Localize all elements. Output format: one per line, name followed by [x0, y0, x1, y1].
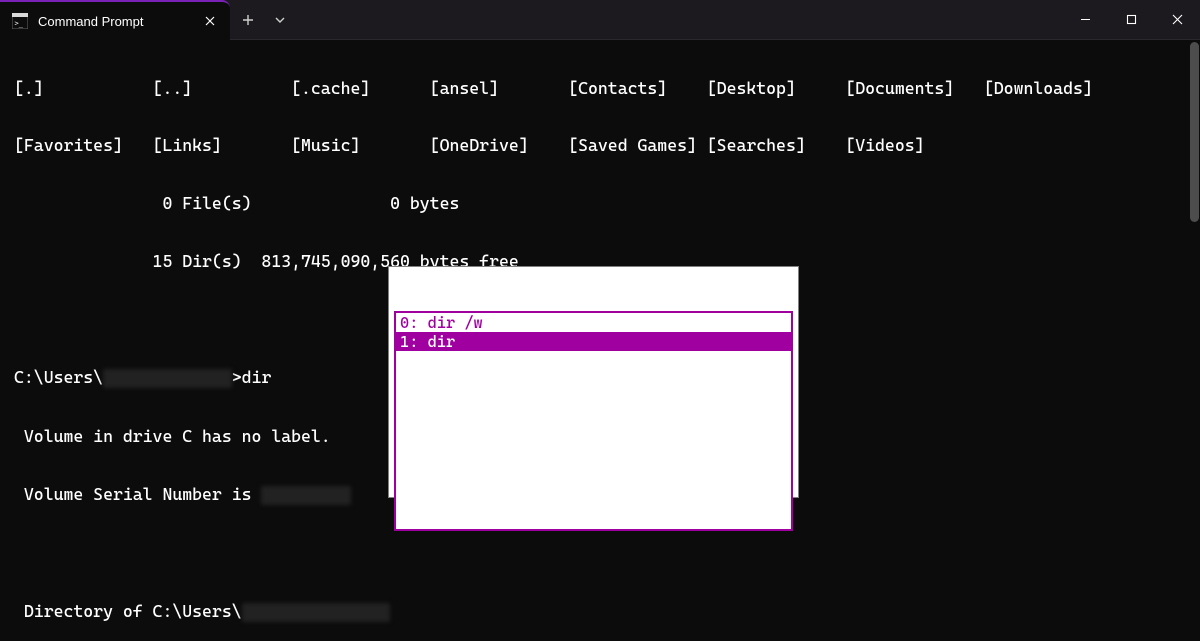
redacted-serial: XXXX XXXX [261, 486, 350, 505]
tab-close-button[interactable] [200, 11, 220, 31]
prompt1-prefix: C:\Users\ [14, 367, 103, 387]
terminal-area[interactable]: [.] [..] [.cache] [ansel] [Contacts] [De… [0, 40, 1200, 641]
svg-text:>_: >_ [15, 20, 24, 28]
history-item[interactable]: 0: dir /w [396, 313, 791, 332]
window-controls [1062, 0, 1200, 39]
maximize-button[interactable] [1108, 0, 1154, 39]
titlebar: >_ Command Prompt [0, 0, 1200, 40]
dirw-file-summary: 0 File(s) 0 bytes [14, 194, 1196, 213]
tab-command-prompt[interactable]: >_ Command Prompt [0, 0, 230, 40]
history-popup[interactable]: 0: dir /w1: dir [388, 266, 799, 498]
dir-of-line: Directory of C:\Users\XXXXXXXXXXXXXXX [14, 602, 1196, 622]
cmd-icon: >_ [12, 13, 28, 29]
tab-title: Command Prompt [38, 14, 190, 29]
redacted-username-2: XXXXXXXXXXXXXXX [242, 603, 390, 622]
tab-dropdown-button[interactable] [266, 0, 294, 39]
vertical-scrollbar[interactable] [1188, 40, 1200, 641]
minimize-button[interactable] [1062, 0, 1108, 39]
dirw-row-2: [Favorites] [Links] [Music] [OneDrive] [… [14, 136, 1196, 155]
close-window-button[interactable] [1154, 0, 1200, 39]
new-tab-button[interactable] [230, 0, 266, 39]
dirw-row-1: [.] [..] [.cache] [ansel] [Contacts] [De… [14, 79, 1196, 98]
scrollbar-thumb[interactable] [1190, 42, 1199, 222]
history-popup-list: 0: dir /w1: dir [394, 311, 793, 531]
prompt1-cmd: >dir [232, 367, 272, 387]
titlebar-left: >_ Command Prompt [0, 0, 294, 39]
history-item[interactable]: 1: dir [396, 332, 791, 351]
redacted-username-1: XXXXXXXXXXXXX [103, 369, 232, 388]
